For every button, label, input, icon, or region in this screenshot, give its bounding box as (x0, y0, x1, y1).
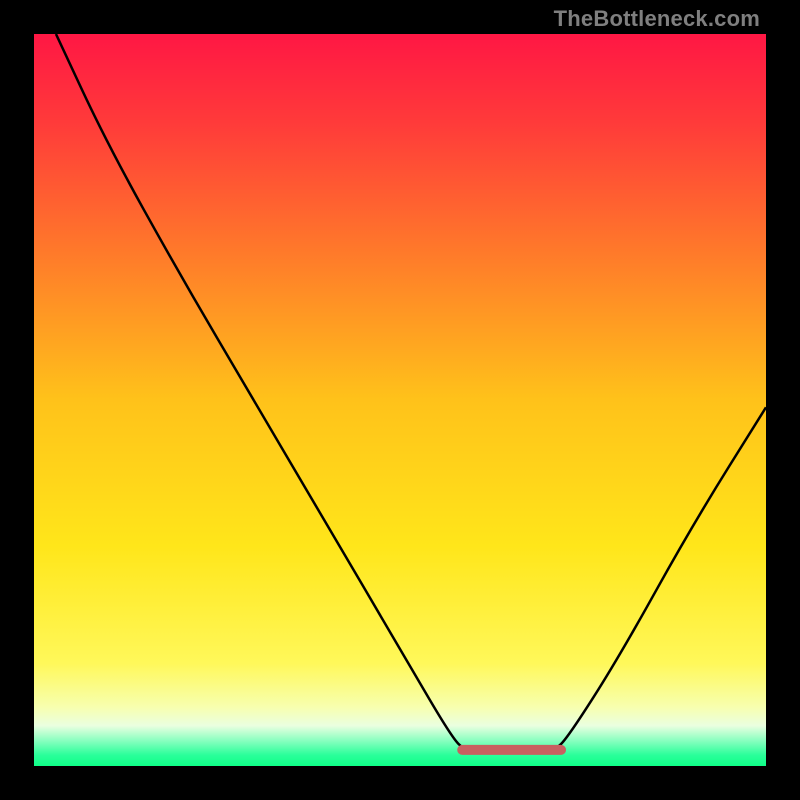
bottleneck-curve (56, 34, 766, 751)
watermark-text: TheBottleneck.com (554, 6, 760, 32)
plot-area (34, 34, 766, 766)
chart-frame: TheBottleneck.com (0, 0, 800, 800)
curve-layer (34, 34, 766, 766)
